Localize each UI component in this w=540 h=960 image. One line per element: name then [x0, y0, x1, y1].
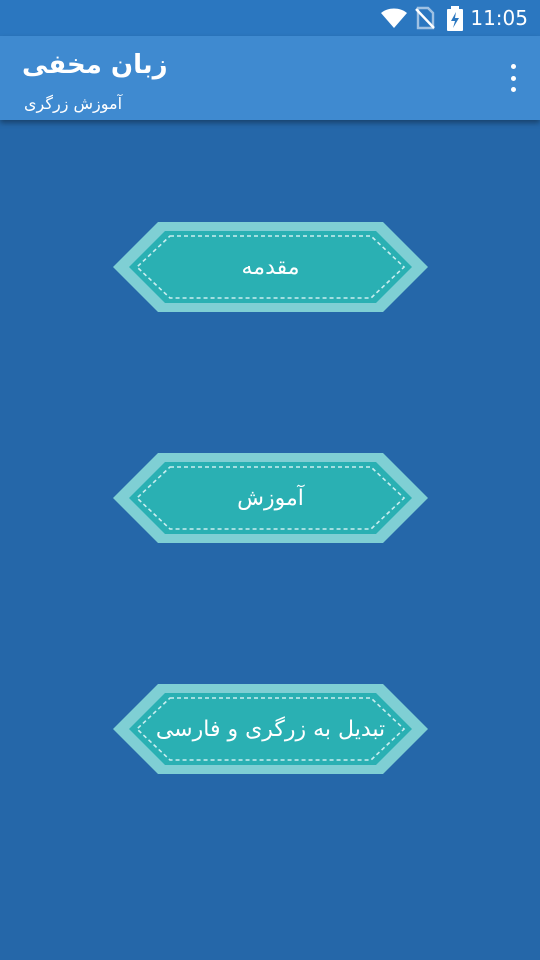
tutorial-button[interactable]: آموزش	[113, 453, 428, 543]
intro-button[interactable]: مقدمه	[113, 222, 428, 312]
app-title: زبان مخفی	[22, 50, 168, 80]
app-subtitle: آموزش زرگری	[24, 94, 123, 113]
tutorial-button-label: آموزش	[237, 485, 304, 511]
app-bar: زبان مخفی آموزش زرگری	[0, 36, 540, 120]
status-bar: 11:05	[0, 0, 540, 36]
no-sim-icon	[415, 6, 435, 30]
intro-button-label: مقدمه	[241, 254, 300, 280]
convert-button-label: تبدیل به زرگری و فارسی	[155, 716, 386, 742]
wifi-icon	[381, 8, 407, 28]
status-time: 11:05	[470, 6, 528, 30]
more-vertical-icon[interactable]	[506, 64, 520, 92]
convert-button[interactable]: تبدیل به زرگری و فارسی	[113, 684, 428, 774]
battery-charging-icon	[447, 6, 463, 31]
